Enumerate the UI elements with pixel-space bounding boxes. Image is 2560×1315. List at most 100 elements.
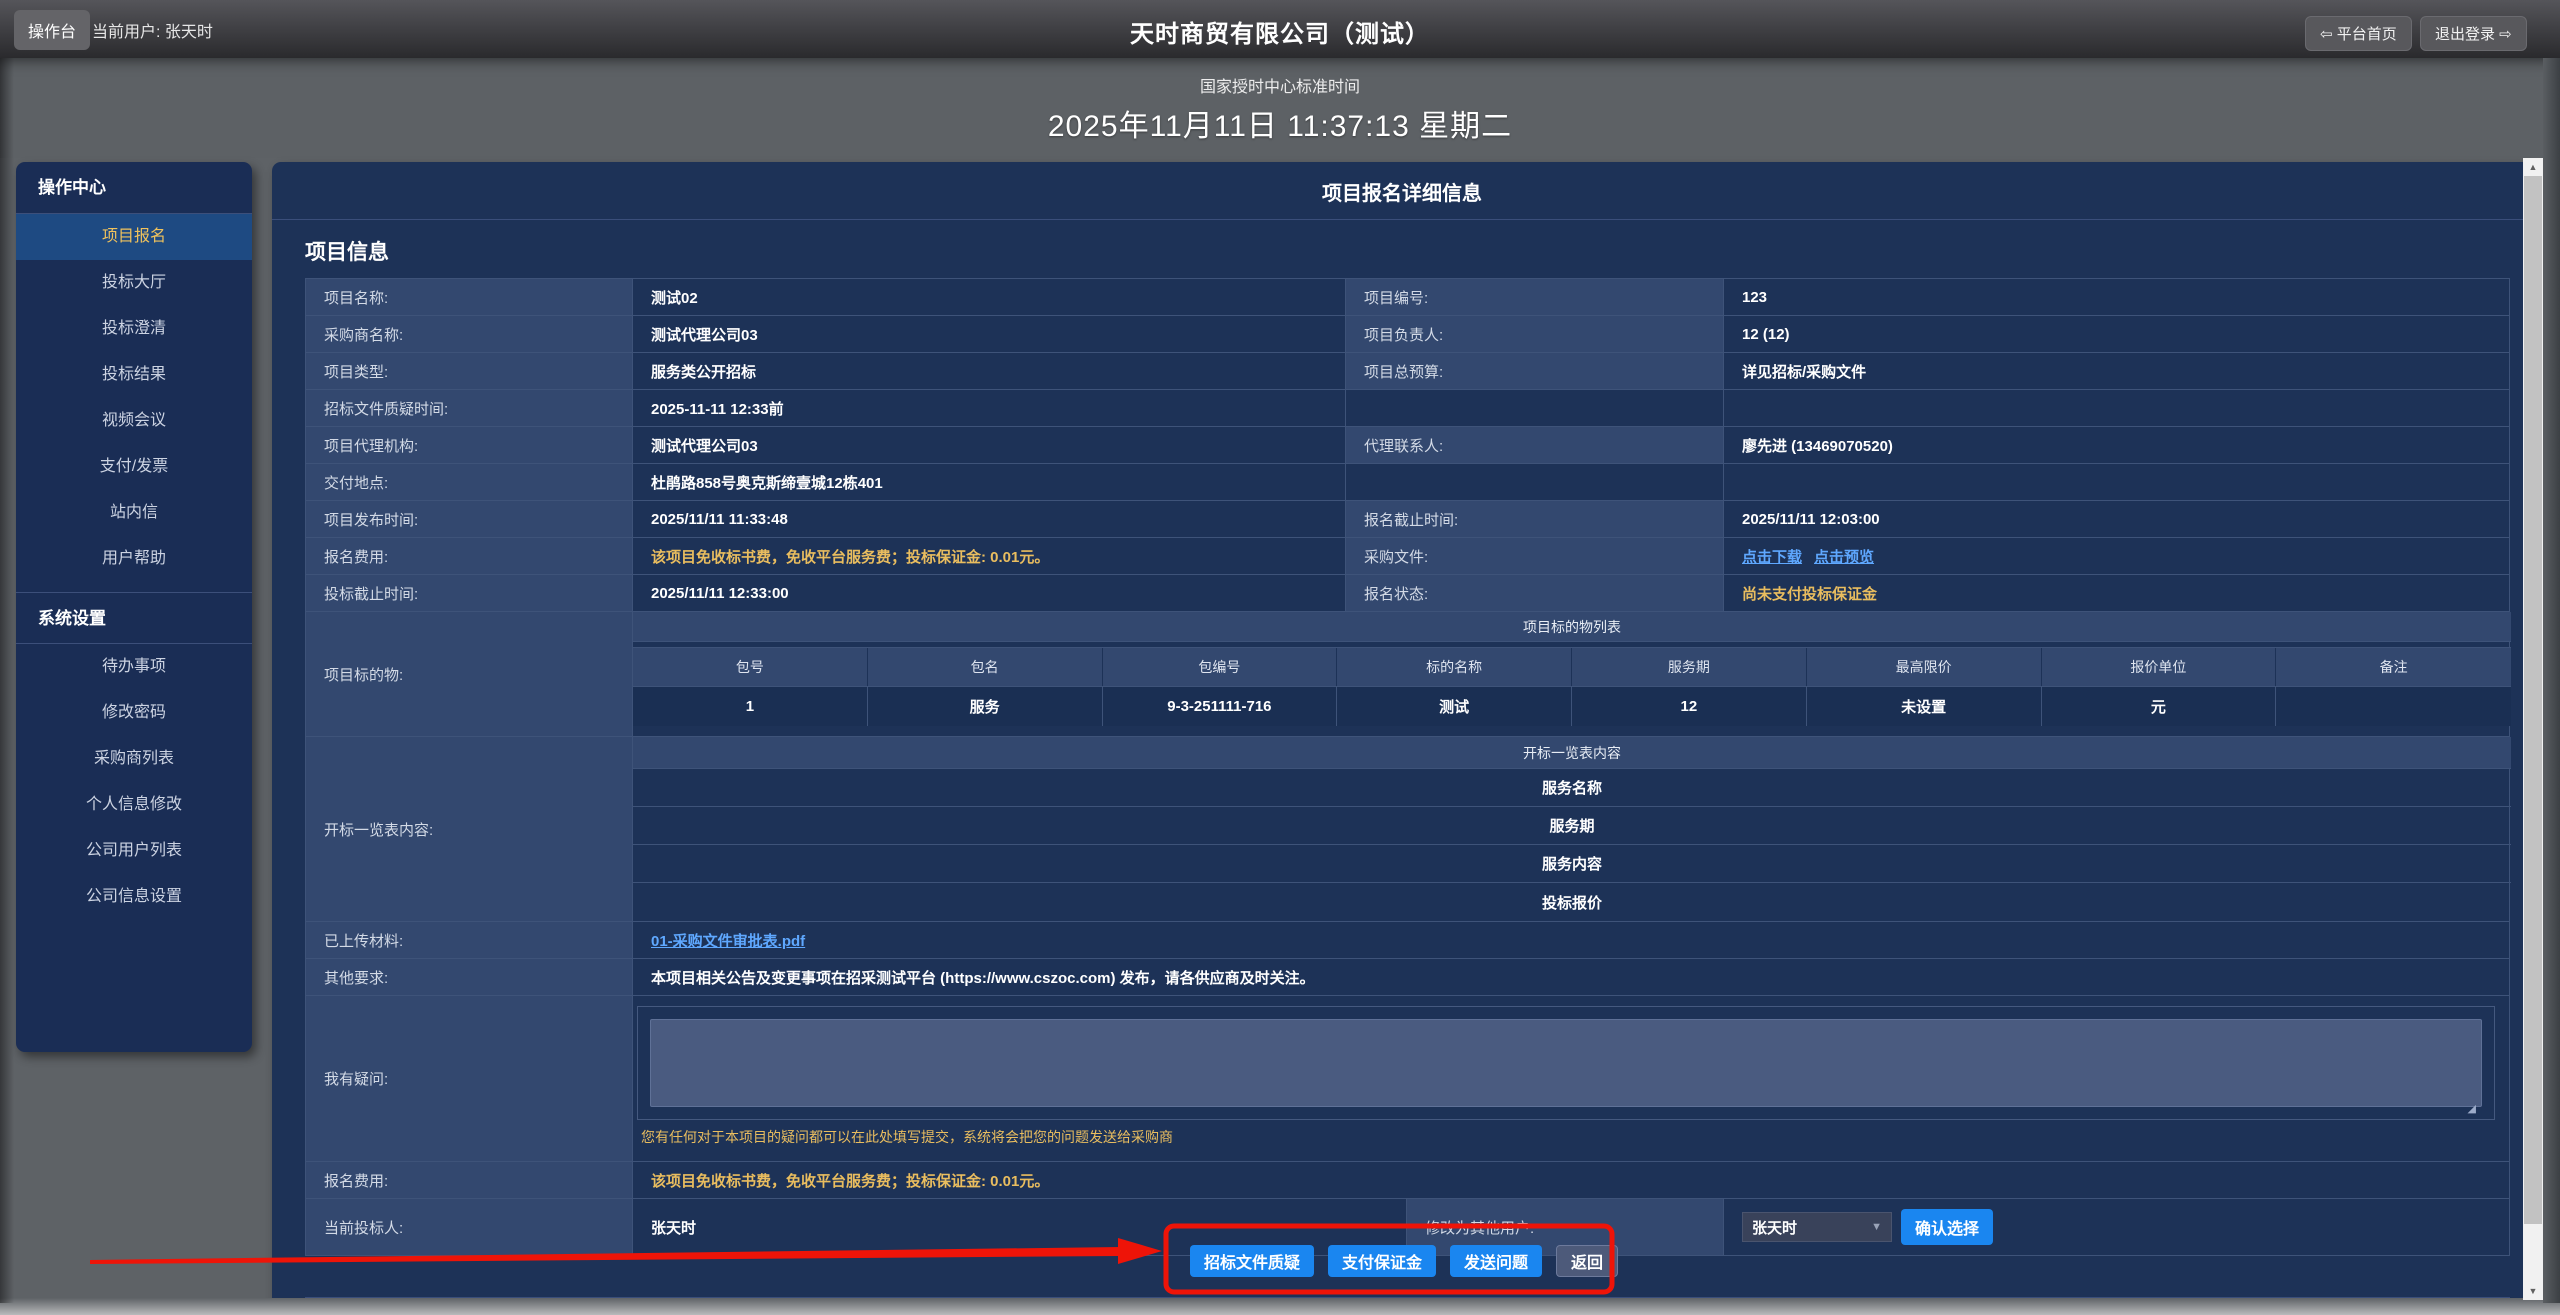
cell-package-code: 9-3-251111-716	[1103, 686, 1338, 726]
user-select[interactable]: 张天时 ▼	[1742, 1212, 1892, 1242]
action-bar: 招标文件质疑 支付保证金 发送问题 返回	[1190, 1245, 1618, 1277]
field-value: 廖先进 (13469070520)	[1724, 427, 2511, 463]
sidebar-item-bid-hall[interactable]: 投标大厅	[16, 260, 252, 306]
download-link[interactable]: 点击下载	[1742, 546, 1802, 567]
challenge-document-button[interactable]: 招标文件质疑	[1190, 1245, 1314, 1277]
question-box: ◢	[637, 1006, 2495, 1120]
field-value: 2025-11-11 12:33前	[633, 390, 1346, 426]
send-question-button[interactable]: 发送问题	[1450, 1245, 1542, 1277]
question-area: ◢ 您有任何对于本项目的疑问都可以在此处填写提交，系统将会把您的问题发送给采购商	[633, 996, 2511, 1161]
sidebar-item-pay-invoice[interactable]: 支付/发票	[16, 444, 252, 490]
right-edge-shadow	[2543, 58, 2560, 1303]
uploaded-file-link[interactable]: 01-采购文件审批表.pdf	[651, 930, 805, 951]
sidebar-item-project-signup[interactable]: 项目报名	[16, 214, 252, 260]
sidebar-item-site-mail[interactable]: 站内信	[16, 490, 252, 536]
field-label: 报名截止时间:	[1346, 501, 1724, 537]
title-divider	[272, 219, 2532, 220]
scroll-down-icon[interactable]: ▼	[2523, 1282, 2543, 1300]
field-label: 当前投标人:	[306, 1199, 633, 1255]
project-info-table: 项目名称: 测试02 项目编号: 123 采购商名称: 测试代理公司03 项目负…	[305, 278, 2510, 1256]
field-label: 交付地点:	[306, 464, 633, 500]
cell-max-price: 未设置	[1807, 686, 2042, 726]
document-links-cell: 点击下载 点击预览	[1724, 538, 2511, 574]
field-value: 12 (12)	[1724, 316, 2511, 352]
user-select-value: 张天时	[1752, 1217, 1797, 1238]
pay-deposit-button[interactable]: 支付保证金	[1328, 1245, 1436, 1277]
col-header: 包名	[868, 648, 1103, 686]
empty-cell	[1724, 390, 2511, 426]
col-header: 标的名称	[1337, 648, 1572, 686]
col-header: 包号	[633, 648, 868, 686]
question-hint: 您有任何对于本项目的疑问都可以在此处填写提交，系统将会把您的问题发送给采购商	[637, 1120, 2495, 1155]
subject-row: 项目标的物: 项目标的物列表 包号 包名 包编号 标的名称 服务期 最高限价 报…	[306, 612, 2509, 737]
field-label: 我有疑问:	[306, 996, 633, 1161]
bottom-edge-gradient	[0, 1298, 2560, 1315]
subject-table-title: 项目标的物列表	[633, 612, 2511, 642]
sidebar-item-todo[interactable]: 待办事项	[16, 644, 252, 690]
scroll-up-icon[interactable]: ▲	[2523, 158, 2543, 176]
scrollbar-thumb[interactable]	[2524, 176, 2542, 1224]
table-row: 项目类型: 服务类公开招标 项目总预算: 详见招标/采购文件	[306, 353, 2509, 390]
fee-row: 报名费用: 该项目免收标书费，免收平台服务费；投标保证金: 0.01元。	[306, 1162, 2509, 1199]
question-textarea[interactable]	[650, 1019, 2482, 1107]
table-row: 招标文件质疑时间: 2025-11-11 12:33前	[306, 390, 2509, 427]
bid-opening-item: 服务内容	[633, 845, 2511, 883]
field-value: 123	[1724, 279, 2511, 315]
field-value: 2025/11/11 12:03:00	[1724, 501, 2511, 537]
empty-cell	[1346, 390, 1724, 426]
page-title: 项目报名详细信息	[272, 162, 2532, 206]
sidebar-item-change-password[interactable]: 修改密码	[16, 690, 252, 736]
bid-opening-title: 开标一览表内容	[633, 737, 2511, 769]
bid-opening-item: 服务名称	[633, 769, 2511, 807]
empty-cell	[1346, 464, 1724, 500]
field-label: 已上传材料:	[306, 922, 633, 958]
preview-link[interactable]: 点击预览	[1814, 546, 1874, 567]
table-row: 投标截止时间: 2025/11/11 12:33:00 报名状态: 尚未支付投标…	[306, 575, 2509, 612]
sidebar-item-purchaser-list[interactable]: 采购商列表	[16, 736, 252, 782]
cell-remark	[2276, 686, 2511, 726]
field-label: 代理联系人:	[1346, 427, 1724, 463]
cell-subject-name: 测试	[1337, 686, 1572, 726]
chevron-down-icon: ▼	[1871, 1221, 1882, 1233]
sidebar: 操作中心 项目报名 投标大厅 投标澄清 投标结果 视频会议 支付/发票 站内信 …	[16, 162, 252, 1052]
bid-opening-item: 投标报价	[633, 883, 2511, 921]
question-row: 我有疑问: ◢ 您有任何对于本项目的疑问都可以在此处填写提交，系统将会把您的问题…	[306, 996, 2509, 1162]
time-caption: 国家授时中心标准时间	[0, 73, 2560, 97]
vertical-scrollbar[interactable]: ▲ ▼	[2523, 158, 2543, 1300]
sidebar-item-bid-clarify[interactable]: 投标澄清	[16, 306, 252, 352]
left-edge-shadow	[0, 58, 14, 1303]
back-button[interactable]: 返回	[1556, 1245, 1618, 1277]
cell-service-period: 12	[1572, 686, 1807, 726]
field-value: 测试代理公司03	[633, 427, 1346, 463]
platform-home-button[interactable]: ⇦ 平台首页	[2305, 16, 2412, 51]
fee-notice: 该项目免收标书费，免收平台服务费；投标保证金: 0.01元。	[633, 1162, 2511, 1198]
col-header: 最高限价	[1807, 648, 2042, 686]
field-value: 测试02	[633, 279, 1346, 315]
sidebar-item-company-users[interactable]: 公司用户列表	[16, 828, 252, 874]
field-label: 采购商名称:	[306, 316, 633, 352]
logout-button[interactable]: 退出登录 ⇨	[2420, 16, 2527, 51]
company-title: 天时商贸有限公司（测试）	[0, 14, 2560, 49]
field-value: 2025/11/11 12:33:00	[633, 575, 1346, 611]
standard-time-band: 国家授时中心标准时间 2025年11月11日 11:37:13 星期二	[0, 58, 2560, 158]
field-label: 项目标的物:	[306, 612, 633, 736]
subject-table: 项目标的物列表 包号 包名 包编号 标的名称 服务期 最高限价 报价单位 备注 …	[633, 612, 2511, 736]
cell-package-name: 服务	[868, 686, 1103, 726]
field-label: 项目名称:	[306, 279, 633, 315]
sidebar-item-video-meeting[interactable]: 视频会议	[16, 398, 252, 444]
field-label: 采购文件:	[1346, 538, 1724, 574]
sidebar-item-profile-edit[interactable]: 个人信息修改	[16, 782, 252, 828]
field-label: 项目代理机构:	[306, 427, 633, 463]
subject-table-data-row: 1 服务 9-3-251111-716 测试 12 未设置 元	[633, 686, 2511, 726]
sidebar-item-user-help[interactable]: 用户帮助	[16, 536, 252, 582]
table-row: 交付地点: 杜鹃路858号奥克斯缔壹城12栋401	[306, 464, 2509, 501]
sidebar-item-bid-result[interactable]: 投标结果	[16, 352, 252, 398]
confirm-select-button[interactable]: 确认选择	[1901, 1209, 1993, 1245]
field-label: 项目总预算:	[1346, 353, 1724, 389]
bid-opening-list: 开标一览表内容 服务名称 服务期 服务内容 投标报价	[633, 737, 2511, 921]
sidebar-item-company-settings[interactable]: 公司信息设置	[16, 874, 252, 920]
field-label: 报名费用:	[306, 538, 633, 574]
table-row: 项目代理机构: 测试代理公司03 代理联系人: 廖先进 (13469070520…	[306, 427, 2509, 464]
sidebar-section-operation-center: 操作中心	[16, 162, 252, 214]
bid-opening-item: 服务期	[633, 807, 2511, 845]
